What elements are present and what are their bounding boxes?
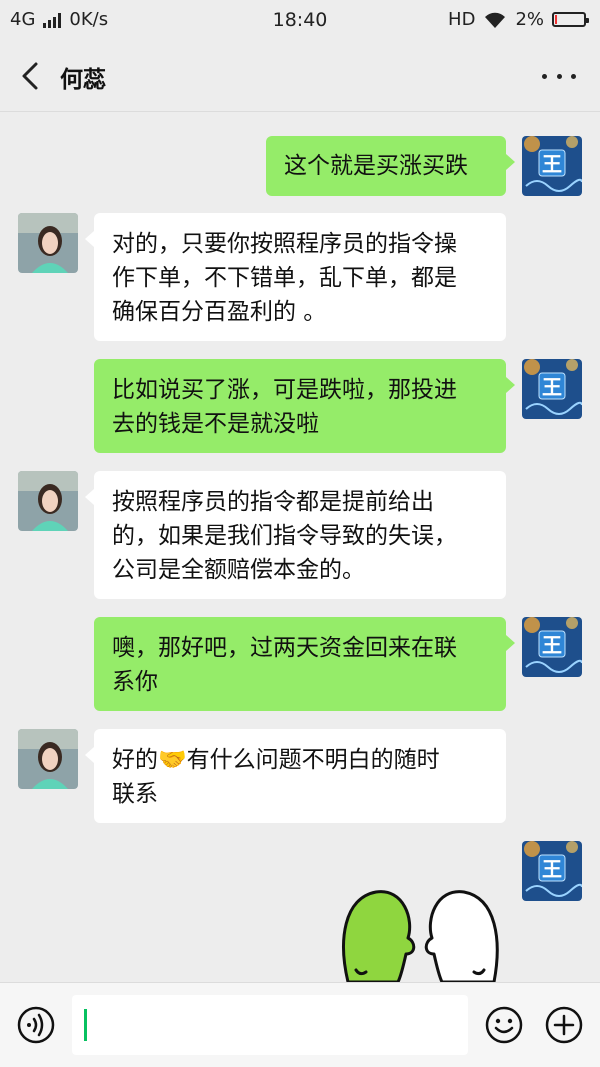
avatar-self-letter: 王 — [542, 375, 562, 399]
avatar-contact-image — [18, 471, 78, 531]
battery-level — [555, 15, 557, 24]
avatar-self[interactable]: 王 — [522, 136, 582, 196]
status-bar: 4G 0K/s 18:40 HD 2% — [0, 0, 600, 40]
avatar-contact[interactable] — [18, 471, 78, 531]
message-bubble-outgoing[interactable]: 噢，那好吧，过两天资金回来在联 系你 — [94, 617, 515, 711]
avatar-self-image: 王 — [522, 617, 582, 677]
wifi-icon — [485, 12, 506, 28]
emoji-button[interactable] — [484, 1005, 524, 1045]
status-right: HD 2% — [448, 9, 589, 30]
avatar-self[interactable]: 王 — [522, 359, 582, 419]
avatar-self[interactable]: 王 — [522, 841, 582, 901]
avatar-self[interactable]: 王 — [522, 617, 582, 677]
message-bubble-outgoing[interactable]: 这个就是买涨买跌 — [266, 136, 515, 196]
back-button[interactable] — [14, 58, 50, 94]
more-button[interactable] — [542, 66, 576, 86]
avatar-self-image: 王 — [522, 841, 582, 901]
battery-icon — [552, 12, 589, 27]
message-bubble-incoming[interactable]: 按照程序员的指令都是提前给出 的，如果是我们指令导致的失误， 公司是全额赔偿本金… — [85, 471, 506, 599]
message-bubble-incoming[interactable]: 好的🤝有什么问题不明白的随时 联系 — [85, 729, 506, 823]
chat-title: 何蕊 — [60, 67, 106, 93]
avatar-self-image: 王 — [522, 136, 582, 196]
voice-icon — [17, 1006, 55, 1044]
text-cursor — [84, 1009, 87, 1041]
message-input[interactable] — [72, 995, 468, 1055]
hd-indicator: HD — [448, 9, 476, 30]
battery-percent: 2% — [515, 9, 544, 30]
avatar-self-letter: 王 — [542, 152, 562, 176]
voice-button[interactable] — [16, 1005, 56, 1045]
plus-button[interactable] — [544, 1005, 584, 1045]
avatar-self-letter: 王 — [542, 857, 562, 881]
avatar-self-image: 王 — [522, 359, 582, 419]
avatar-self-letter: 王 — [542, 633, 562, 657]
avatar-contact[interactable] — [18, 729, 78, 789]
chat-header: 何蕊 — [0, 40, 600, 112]
more-dot — [571, 73, 576, 79]
more-dot — [556, 73, 562, 79]
input-bar — [0, 982, 600, 1067]
avatar-contact-image — [18, 729, 78, 789]
more-dots-icon — [542, 73, 547, 79]
two-beans-sticker[interactable] — [336, 880, 506, 982]
avatar-contact-image — [18, 213, 78, 273]
emoji-icon — [485, 1006, 523, 1044]
avatar-contact[interactable] — [18, 213, 78, 273]
chevron-left-icon — [22, 62, 38, 90]
message-bubble-incoming[interactable]: 对的，只要你按照程序员的指令操 作下单，不下错单，乱下单，都是 确保百分百盈利的… — [85, 213, 506, 341]
plus-icon — [545, 1006, 583, 1044]
message-bubble-outgoing[interactable]: 比如说买了涨，可是跌啦，那投进 去的钱是不是就没啦 — [94, 359, 515, 453]
